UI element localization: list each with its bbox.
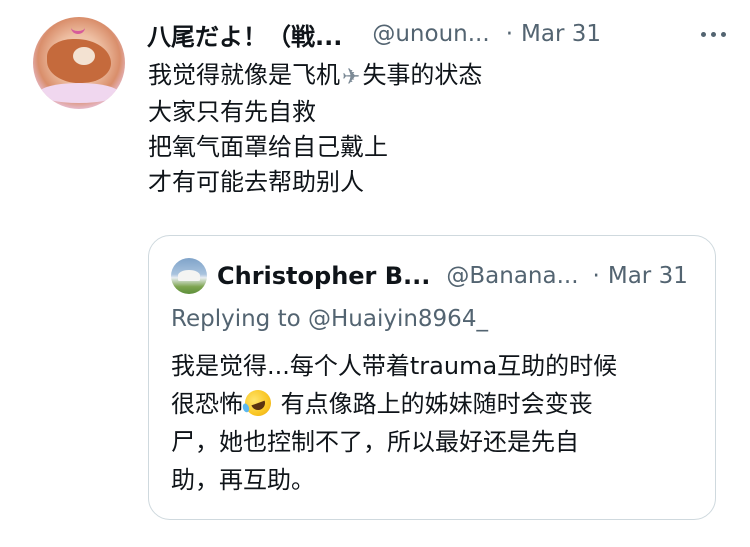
tweet-line: 才有可能去帮助别人 [148,168,364,196]
author-name[interactable]: 八尾だよ！（戦... [147,17,342,52]
quoted-tweet-header: Christopher B... @Banana... · Mar 31 [171,256,697,296]
quoted-tweet-date: Mar 31 [607,263,688,289]
avatar-moon-decoration [71,21,85,34]
avatar-red-panda-face [73,47,95,65]
quoted-tweet-line: 尸，她也控制不了，所以最好还是先自 [171,428,579,456]
quoted-author-avatar [171,258,207,294]
tweet-text: 我觉得就像是飞机✈失事的状态 大家只有先自救 把氧气面罩给自己戴上 才有可能去帮… [148,58,708,200]
quoted-tweet-text: 我是觉得...每个人带着trauma互助的时候 很恐怖 有点像路上的姊妹随时会变… [171,347,701,499]
author-avatar[interactable] [33,17,125,109]
quoted-author-name: Christopher B... [217,262,431,290]
quoted-author-handle: @Banana... [446,263,579,289]
tweet-header: 八尾だよ！（戦... @unoun... · Mar 31 [147,17,730,51]
quoted-tweet-card[interactable]: Christopher B... @Banana... · Mar 31 Rep… [148,235,716,520]
quoted-tweet-line: 很恐怖 有点像路上的姊妹随时会变丧 [171,385,701,423]
tweet-line: 大家只有先自救 [148,98,316,126]
replying-to-label[interactable]: Replying to @Huaiyin8964_ [171,306,488,332]
quoted-header-separator: · [592,263,600,289]
more-dots-icon[interactable] [701,17,726,51]
airplane-icon: ✈ [342,65,361,90]
avatar-wing-decoration [39,83,119,103]
tweet-line: 我觉得就像是飞机✈失事的状态 [148,58,708,95]
tweet-date[interactable]: Mar 31 [521,21,601,47]
header-separator: · [505,21,513,47]
quoted-tweet-line: 我是觉得...每个人带着trauma互助的时候 [171,352,618,380]
rolling-laughing-emoji-icon [241,386,275,420]
author-handle[interactable]: @unoun... [372,21,489,47]
avatar-dome-shape [178,270,200,281]
tweet-line: 把氧气面罩给自己戴上 [148,133,388,161]
quoted-tweet-line: 助，再互助。 [171,466,315,494]
